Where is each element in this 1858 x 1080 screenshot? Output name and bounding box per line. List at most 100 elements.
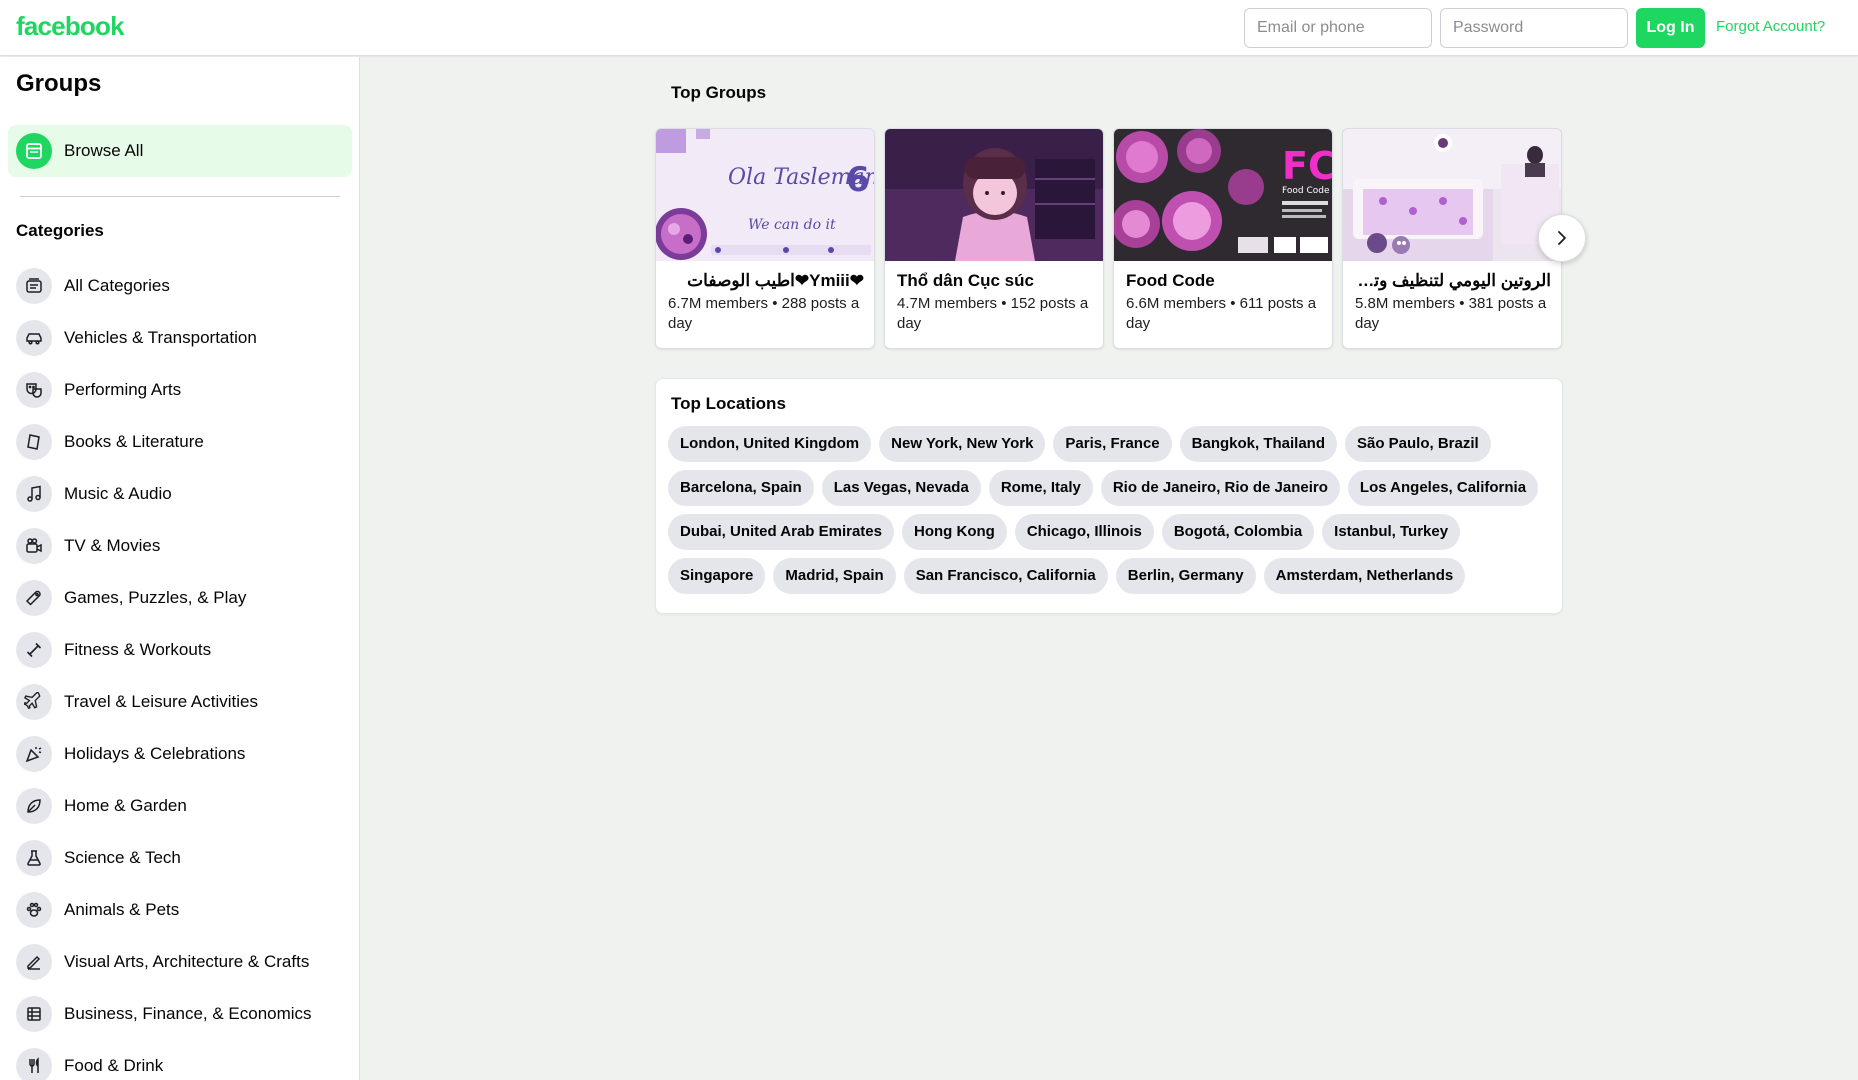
- group-card[interactable]: FC Food Code Food Code 6.6M members • 61…: [1113, 128, 1333, 349]
- location-chip[interactable]: Los Angeles, California: [1347, 470, 1539, 506]
- location-chip[interactable]: Berlin, Germany: [1115, 558, 1256, 594]
- sidebar-item-label: TV & Movies: [64, 536, 161, 555]
- fork-knife-icon: [16, 1048, 52, 1080]
- login-button[interactable]: Log In: [1636, 8, 1705, 48]
- group-name[interactable]: Thổ dân Cục súc: [897, 271, 1093, 291]
- sidebar-title: Groups: [16, 70, 102, 97]
- location-chip[interactable]: Dubai, United Arab Emirates: [668, 514, 894, 550]
- ledger-icon: [16, 996, 52, 1032]
- sidebar-item-travel[interactable]: Travel & Leisure Activities: [16, 676, 346, 728]
- cover-badge-text: 6: [846, 160, 870, 200]
- browse-all-item[interactable]: Browse All: [8, 125, 352, 177]
- top-locations-title: Top Locations: [671, 394, 786, 413]
- sidebar-item-business[interactable]: Business, Finance, & Economics: [16, 988, 346, 1040]
- location-chip[interactable]: New York, New York: [879, 426, 1046, 462]
- sidebar-item-label: Books & Literature: [64, 432, 204, 451]
- location-chip[interactable]: Bangkok, Thailand: [1179, 426, 1337, 462]
- party-popper-icon: [16, 736, 52, 772]
- sidebar-divider: [20, 196, 340, 197]
- sidebar-item-tv-movies[interactable]: TV & Movies: [16, 520, 346, 572]
- group-name[interactable]: الروتين اليومي لتنظيف وترتيب المنزل: [1355, 271, 1551, 291]
- sidebar-item-performing-arts[interactable]: Performing Arts: [16, 364, 346, 416]
- location-chip[interactable]: Las Vegas, Nevada: [821, 470, 981, 506]
- sidebar-item-holidays[interactable]: Holidays & Celebrations: [16, 728, 346, 780]
- location-chip[interactable]: Chicago, Illinois: [1014, 514, 1154, 550]
- group-card[interactable]: Thổ dân Cục súc 4.7M members • 152 posts…: [884, 128, 1104, 349]
- sidebar-item-visual-arts[interactable]: Visual Arts, Architecture & Crafts: [16, 936, 346, 988]
- masks-icon: [16, 372, 52, 408]
- group-meta: 6.6M members • 611 posts a day: [1126, 295, 1317, 332]
- video-camera-icon: [16, 528, 52, 564]
- group-meta: 4.7M members • 152 posts a day: [897, 295, 1089, 332]
- location-chip[interactable]: Madrid, Spain: [773, 558, 896, 594]
- sidebar-item-label: Visual Arts, Architecture & Crafts: [64, 952, 310, 971]
- pen-icon: [16, 944, 52, 980]
- sidebar-item-label: Fitness & Workouts: [64, 640, 212, 659]
- sidebar: Groups Browse All Categories All Categor…: [0, 57, 360, 1080]
- top-locations-panel: Top Locations London, United Kingdom New…: [655, 378, 1563, 614]
- sidebar-item-all-categories[interactable]: All Categories: [16, 260, 346, 312]
- sidebar-item-label: Travel & Leisure Activities: [64, 692, 258, 711]
- group-meta: 6.7M members • 288 posts a day: [668, 295, 860, 332]
- password-field[interactable]: [1440, 8, 1628, 48]
- group-card[interactable]: الروتين اليومي لتنظيف وترتيب المنزل 5.8M…: [1342, 128, 1562, 349]
- location-chip[interactable]: Paris, France: [1053, 426, 1172, 462]
- categories-icon: [16, 268, 52, 304]
- sidebar-item-animals[interactable]: Animals & Pets: [16, 884, 346, 936]
- group-meta: 5.8M members • 381 posts a day: [1355, 295, 1547, 332]
- facebook-logo[interactable]: facebook: [16, 11, 125, 42]
- location-chip[interactable]: São Paulo, Brazil: [1345, 426, 1491, 462]
- leaf-icon: [16, 788, 52, 824]
- group-name[interactable]: Food Code: [1126, 271, 1322, 291]
- sidebar-item-games[interactable]: Games, Puzzles, & Play: [16, 572, 346, 624]
- sidebar-item-books[interactable]: Books & Literature: [16, 416, 346, 468]
- location-chip[interactable]: Rio de Janeiro, Rio de Janeiro: [1100, 470, 1340, 506]
- group-name[interactable]: ❤Ymiii❤اطيب الوصفات: [668, 271, 864, 291]
- sidebar-item-label: Animals & Pets: [64, 900, 180, 919]
- email-field[interactable]: [1244, 8, 1432, 48]
- sidebar-item-food-drink[interactable]: Food & Drink: [16, 1040, 346, 1080]
- location-chips: London, United Kingdom New York, New Yor…: [668, 426, 1548, 594]
- sidebar-item-label: Food & Drink: [64, 1056, 164, 1075]
- car-icon: [16, 320, 52, 356]
- group-cover-image: [1343, 129, 1561, 261]
- sidebar-item-label: Home & Garden: [64, 796, 187, 815]
- browse-all-label: Browse All: [64, 141, 144, 160]
- sidebar-item-label: Holidays & Celebrations: [64, 744, 246, 763]
- top-bar: facebook Log In Forgot Account?: [0, 0, 1858, 56]
- location-chip[interactable]: London, United Kingdom: [668, 426, 872, 462]
- category-list: All Categories Vehicles & Transportation…: [16, 260, 346, 1080]
- location-chip[interactable]: Istanbul, Turkey: [1322, 514, 1461, 550]
- sidebar-item-label: Performing Arts: [64, 380, 182, 399]
- sidebar-item-label: Games, Puzzles, & Play: [64, 588, 247, 607]
- sidebar-item-music[interactable]: Music & Audio: [16, 468, 346, 520]
- forgot-account-link[interactable]: Forgot Account?: [1716, 18, 1825, 35]
- cover-logo-text: FC: [1282, 144, 1333, 188]
- dumbbell-icon: [16, 632, 52, 668]
- sidebar-item-vehicles[interactable]: Vehicles & Transportation: [16, 312, 346, 364]
- group-cover-image: FC Food Code: [1114, 129, 1333, 261]
- location-chip[interactable]: Bogotá, Colombia: [1161, 514, 1315, 550]
- sidebar-item-fitness[interactable]: Fitness & Workouts: [16, 624, 346, 676]
- location-chip[interactable]: Amsterdam, Netherlands: [1263, 558, 1466, 594]
- paw-icon: [16, 892, 52, 928]
- cover-logo-label: Food Code: [1282, 186, 1330, 196]
- sidebar-item-science-tech[interactable]: Science & Tech: [16, 832, 346, 884]
- location-chip[interactable]: Rome, Italy: [988, 470, 1093, 506]
- book-icon: [16, 424, 52, 460]
- location-chip[interactable]: San Francisco, California: [903, 558, 1108, 594]
- sidebar-item-label: All Categories: [64, 276, 170, 295]
- location-chip[interactable]: Barcelona, Spain: [668, 470, 814, 506]
- cover-slogan-text: We can do it: [748, 217, 836, 233]
- sidebar-item-home-garden[interactable]: Home & Garden: [16, 780, 346, 832]
- flask-icon: [16, 840, 52, 876]
- group-cover-image: [885, 129, 1103, 261]
- group-cover-image: Ola Tasleman 6 We can do it: [656, 129, 874, 261]
- carousel-next-button[interactable]: [1538, 214, 1586, 262]
- group-card[interactable]: Ola Tasleman 6 We can do it ❤Ymiii❤اطيب …: [655, 128, 875, 349]
- location-chip[interactable]: Hong Kong: [902, 514, 1007, 550]
- music-note-icon: [16, 476, 52, 512]
- location-chip[interactable]: Singapore: [668, 558, 766, 594]
- top-groups-title: Top Groups: [671, 83, 767, 102]
- airplane-icon: [16, 684, 52, 720]
